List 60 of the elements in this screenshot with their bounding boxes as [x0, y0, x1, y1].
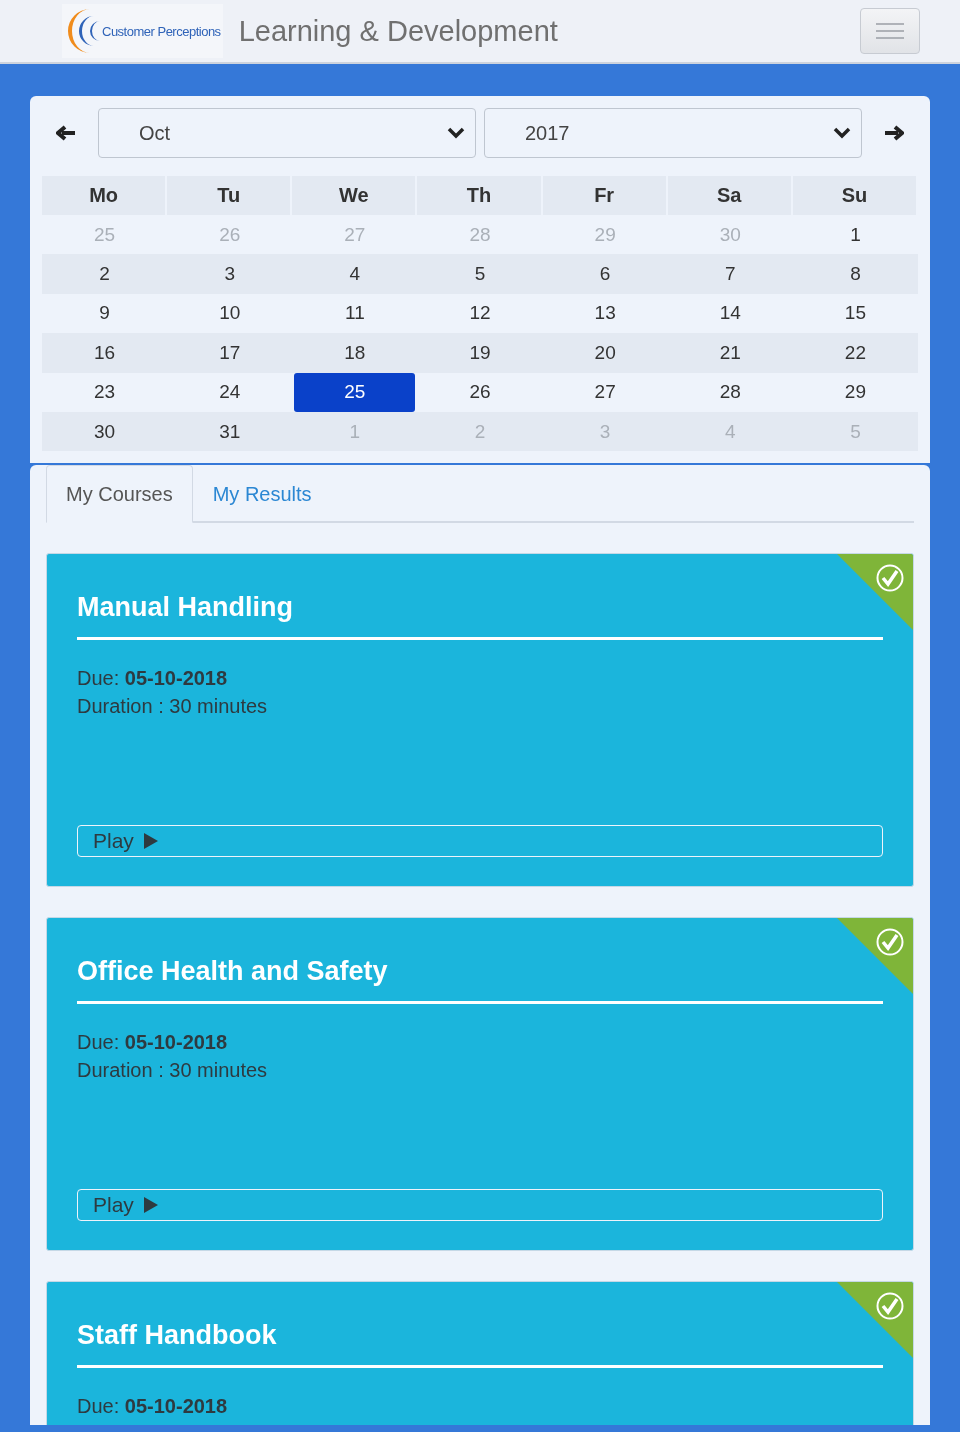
calendar-day[interactable]: 8 — [850, 263, 861, 286]
calendar-day[interactable]: 10 — [219, 302, 241, 325]
due-date: Due: 05-10-2018 — [77, 666, 229, 692]
chevron-down-icon — [833, 127, 851, 139]
menu-icon — [876, 22, 904, 40]
next-arrow-icon[interactable] — [884, 125, 904, 141]
calendar-day[interactable]: 9 — [99, 302, 110, 325]
calendar-day[interactable]: 11 — [345, 302, 365, 325]
calendar-day[interactable]: 15 — [844, 302, 866, 325]
calendar-day[interactable]: 2 — [99, 263, 110, 286]
course-title: Office Health and Safety — [77, 956, 883, 1005]
calendar-day[interactable]: 30 — [94, 420, 116, 443]
course-duration: Duration : 30 minutes — [77, 694, 269, 720]
calendar-day[interactable]: 3 — [224, 263, 235, 286]
calendar-day[interactable]: 26 — [469, 381, 491, 404]
weekday-header: Fr — [542, 176, 668, 215]
calendar-day[interactable]: 14 — [719, 302, 741, 325]
calendar-day[interactable]: 1 — [850, 223, 861, 246]
chevron-down-icon — [447, 127, 465, 139]
course-title: Manual Handling — [77, 592, 883, 641]
previous-arrow-icon[interactable] — [56, 125, 76, 141]
calendar-day[interactable]: 4 — [349, 263, 361, 286]
month-select[interactable]: Oct — [98, 108, 476, 158]
calendar-day[interactable]: 6 — [599, 263, 611, 286]
calendar-day[interactable]: 17 — [219, 341, 241, 364]
calendar-day[interactable]: 29 — [844, 381, 866, 404]
calendar-day[interactable]: 23 — [94, 381, 116, 404]
calendar-day[interactable]: 16 — [94, 341, 116, 364]
play-icon — [143, 1197, 158, 1214]
course-title: Staff Handbook — [77, 1320, 883, 1369]
calendar-day[interactable]: 13 — [594, 302, 616, 325]
calendar-day[interactable]: 22 — [844, 341, 866, 364]
year-select[interactable]: 2017 — [484, 108, 862, 158]
app-title: Learning & Development — [238, 14, 559, 48]
play-button[interactable]: Play — [77, 825, 883, 858]
calendar-day[interactable]: 19 — [469, 341, 491, 364]
weekday-header: Sa — [667, 176, 793, 215]
weekday-header: We — [292, 176, 418, 215]
weekday-header: Th — [417, 176, 543, 215]
tab[interactable]: My Courses — [46, 465, 193, 524]
weekday-header: Su — [792, 176, 918, 215]
calendar-day[interactable]: 20 — [594, 341, 616, 364]
play-button[interactable]: Play — [77, 1189, 883, 1222]
calendar-day[interactable]: 27 — [594, 381, 616, 404]
calendar-day[interactable]: 12 — [469, 302, 491, 325]
calendar-day[interactable]: 7 — [725, 263, 736, 286]
calendar-day[interactable]: 21 — [719, 341, 741, 364]
weekday-header: Mo — [42, 176, 168, 215]
calendar-day[interactable]: 5 — [474, 263, 486, 286]
calendar-day[interactable]: 24 — [219, 381, 241, 404]
course-duration: Duration : 30 minutes — [77, 1058, 269, 1084]
calendar-day[interactable]: 25 — [294, 372, 416, 412]
logo-text: Customer Perceptions — [102, 23, 221, 39]
calendar-day[interactable]: 18 — [344, 341, 366, 364]
due-date: Due: 05-10-2018 — [77, 1394, 229, 1420]
due-date: Due: 05-10-2018 — [77, 1030, 229, 1056]
play-icon — [143, 833, 158, 850]
weekday-header: Tu — [167, 176, 293, 215]
calendar-day[interactable]: 28 — [719, 381, 741, 404]
calendar-day[interactable]: 31 — [219, 420, 241, 443]
